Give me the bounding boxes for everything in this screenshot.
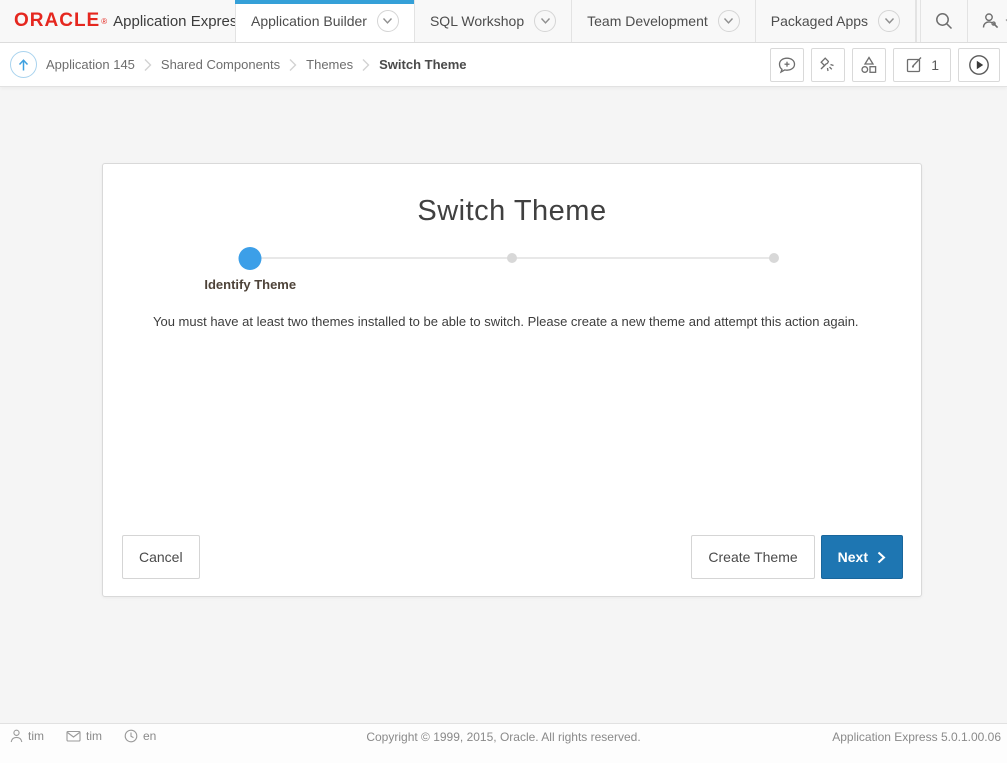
tab-label: Packaged Apps [771, 13, 868, 29]
registered-mark: ® [101, 17, 107, 26]
shapes-icon [859, 55, 879, 75]
breadcrumb-application[interactable]: Application 145 [46, 57, 135, 72]
chevron-right-icon [362, 58, 370, 72]
wizard-buttons: Cancel Create Theme Next [122, 535, 903, 579]
up-arrow-icon[interactable] [10, 51, 37, 78]
page-title: Switch Theme [103, 195, 921, 228]
main-tabs: Application Builder SQL Workshop Team De… [235, 0, 916, 42]
brand[interactable]: ORACLE® Application Express [0, 0, 235, 42]
flashlight-icon [818, 55, 838, 75]
cancel-button[interactable]: Cancel [122, 535, 200, 579]
page-actions: 1 [770, 48, 1000, 82]
search-icon[interactable] [921, 0, 967, 42]
next-button-label: Next [838, 549, 868, 565]
breadcrumb: Application 145 Shared Components Themes… [46, 57, 467, 72]
wizard-progress: Identify Theme [103, 246, 921, 314]
divider [916, 0, 917, 42]
chevron-right-icon [877, 551, 886, 564]
step-dot-pending [769, 253, 779, 263]
version-text: Application Express 5.0.1.00.06 [832, 730, 1001, 744]
breadcrumb-bar: Application 145 Shared Components Themes… [0, 43, 1007, 87]
wizard-message: You must have at least two themes instal… [153, 314, 871, 329]
step-dot-pending [507, 253, 517, 263]
chevron-down-icon[interactable] [878, 10, 900, 32]
admin-wrench-icon [981, 11, 1001, 31]
wizard-card: Switch Theme Identify Theme You must hav… [102, 163, 922, 597]
tab-team-development[interactable]: Team Development [571, 0, 755, 42]
top-header: ORACLE® Application Express Application … [0, 0, 1007, 43]
chevron-right-icon [144, 58, 152, 72]
current-step-label: Identify Theme [204, 277, 296, 292]
tab-label: SQL Workshop [430, 13, 524, 29]
header-tools: ? [916, 0, 1007, 42]
chevron-down-icon[interactable] [377, 10, 399, 32]
next-button[interactable]: Next [821, 535, 903, 579]
administration-menu[interactable] [968, 0, 1007, 42]
oracle-logo: ORACLE [14, 10, 100, 32]
run-icon [968, 54, 990, 76]
feedback-button[interactable] [770, 48, 804, 82]
tab-application-builder[interactable]: Application Builder [235, 0, 414, 42]
breadcrumb-switch-theme: Switch Theme [379, 57, 466, 72]
edit-page-button[interactable]: 1 [893, 48, 951, 82]
tab-label: Team Development [587, 13, 708, 29]
feedback-icon [777, 56, 797, 74]
shared-components-button[interactable] [852, 48, 886, 82]
tab-label: Application Builder [251, 13, 367, 29]
create-theme-button[interactable]: Create Theme [691, 535, 814, 579]
step-dot-current [239, 247, 262, 270]
theme-roller-button[interactable] [811, 48, 845, 82]
brand-product: Application Express [113, 13, 245, 30]
chevron-down-icon[interactable] [718, 10, 740, 32]
breadcrumb-shared-components[interactable]: Shared Components [161, 57, 280, 72]
tab-packaged-apps[interactable]: Packaged Apps [755, 0, 916, 42]
run-application-button[interactable] [958, 48, 1000, 82]
footer: tim tim en Copyright © 1999, 2015, Oracl… [0, 723, 1007, 763]
breadcrumb-themes[interactable]: Themes [306, 57, 353, 72]
chevron-right-icon [289, 58, 297, 72]
tab-sql-workshop[interactable]: SQL Workshop [414, 0, 571, 42]
chevron-down-icon[interactable] [534, 10, 556, 32]
edit-page-icon [905, 55, 924, 74]
edit-page-number: 1 [931, 57, 939, 73]
